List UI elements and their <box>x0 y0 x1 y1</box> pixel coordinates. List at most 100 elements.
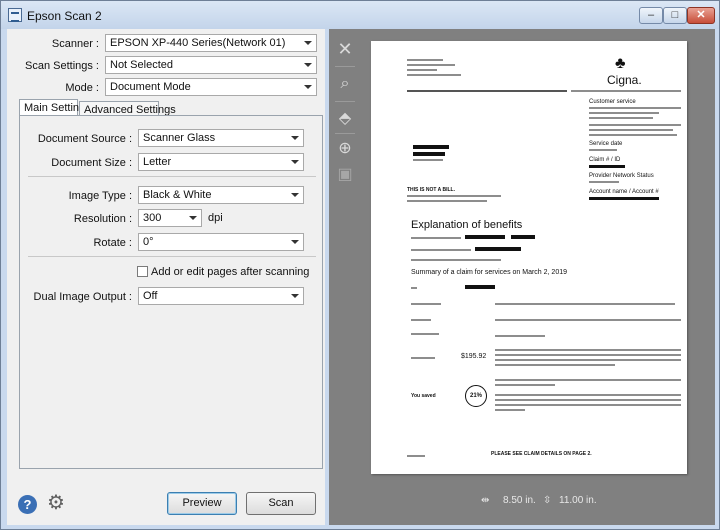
preview-button[interactable]: Preview <box>167 492 237 515</box>
preview-document: ♣ Cigna. Customer service Service date C… <box>371 41 687 474</box>
toolbar-divider <box>335 133 355 134</box>
resolution-label: Resolution : <box>73 213 132 225</box>
fine-print <box>495 303 675 305</box>
scan-settings-label: Scan Settings : <box>25 60 99 72</box>
toolbar-divider <box>335 66 355 67</box>
fine-print <box>407 455 425 457</box>
scan-button[interactable]: Scan <box>246 492 316 515</box>
redaction <box>475 247 521 251</box>
fine-print <box>407 74 461 76</box>
rotate-value: 0° <box>143 236 154 248</box>
window-title: Epson Scan 2 <box>27 9 102 23</box>
divider <box>28 256 316 257</box>
savings-percent: 21% <box>465 385 487 407</box>
document-source-label: Document Source : <box>37 133 132 145</box>
fine-print <box>495 404 681 406</box>
fine-print <box>411 249 471 251</box>
fine-print <box>407 69 437 71</box>
mode-value: Document Mode <box>110 81 191 93</box>
resolution-value: 300 <box>143 212 162 224</box>
redaction <box>589 197 659 200</box>
mode-select[interactable]: Document Mode <box>105 78 317 96</box>
document-source-value: Scanner Glass <box>143 132 216 144</box>
close-window-button[interactable]: ✕ <box>687 7 715 24</box>
scan-settings-select[interactable]: Not Selected <box>105 56 317 74</box>
settings-pane: Scanner : EPSON XP-440 Series(Network 01… <box>7 29 325 525</box>
document-size-label: Document Size : <box>51 157 132 169</box>
rotate-label: Rotate : <box>93 237 132 249</box>
title-bar[interactable]: Epson Scan 2 – □ ✕ <box>1 1 719 29</box>
redaction <box>465 285 495 289</box>
resolution-row: Resolution : <box>20 210 132 228</box>
chevron-down-icon <box>189 216 197 220</box>
redaction <box>413 145 449 149</box>
chevron-down-icon <box>304 41 312 45</box>
chevron-down-icon <box>304 85 312 89</box>
claim-summary: Summary of a claim for services on March… <box>411 269 568 276</box>
fine-print <box>407 59 443 61</box>
not-a-bill: THIS IS NOT A BILL. <box>407 187 455 193</box>
mode-label: Mode : <box>65 82 99 94</box>
fine-print <box>495 359 681 361</box>
account-name-heading: Account name / Account # <box>589 189 659 195</box>
fine-print <box>589 124 681 126</box>
claim-details-footer: PLEASE SEE CLAIM DETAILS ON PAGE 2. <box>491 451 592 457</box>
chevron-down-icon <box>291 193 299 197</box>
add-page-icon[interactable]: ⊕ <box>335 139 355 159</box>
mode-row: Mode : <box>7 79 99 97</box>
gear-icon[interactable]: ⚙ <box>47 493 65 513</box>
fine-print <box>495 364 615 366</box>
scan-settings-row: Scan Settings : <box>7 57 99 75</box>
redaction <box>511 235 535 239</box>
image-type-label: Image Type : <box>68 190 132 202</box>
scanner-row: Scanner : <box>7 35 99 53</box>
maximize-button[interactable]: □ <box>663 7 687 24</box>
you-saved-label: You saved <box>411 393 436 399</box>
resolution-unit: dpi <box>208 212 223 224</box>
scanner-value: EPSON XP-440 Series(Network 01) <box>110 37 286 49</box>
minimize-button[interactable]: – <box>639 7 663 24</box>
provider-status-heading: Provider Network Status <box>589 173 654 179</box>
document-size-select[interactable]: Letter <box>138 153 304 171</box>
divider <box>28 176 316 177</box>
close-icon[interactable]: ✕ <box>335 39 355 59</box>
rotate-select[interactable]: 0° <box>138 233 304 251</box>
height-icon: ⇳ <box>543 495 552 506</box>
pages-icon[interactable]: ▣ <box>335 165 355 185</box>
scanner-select[interactable]: EPSON XP-440 Series(Network 01) <box>105 34 317 52</box>
magnifier-icon[interactable]: ⌕ <box>335 74 355 94</box>
fine-print <box>407 200 487 202</box>
fine-print <box>589 149 617 151</box>
fine-print <box>495 409 525 411</box>
eob-title: Explanation of benefits <box>411 219 523 231</box>
document-source-row: Document Source : <box>20 130 132 148</box>
chevron-down-icon <box>291 240 299 244</box>
tag-icon[interactable]: ⬘ <box>335 109 355 129</box>
claim-id-heading: Claim # / ID <box>589 157 621 163</box>
document-size-value: Letter <box>143 156 172 168</box>
fine-print <box>407 64 455 66</box>
customer-service-heading: Customer service <box>589 99 636 105</box>
fine-print <box>589 129 673 131</box>
preview-pane: ✕ ⌕ ⬘ ⊕ ▣ ♣ Cigna. Customer service Serv… <box>329 29 715 525</box>
chevron-down-icon <box>304 63 312 67</box>
chevron-down-icon <box>291 136 299 140</box>
scan-settings-value: Not Selected <box>110 59 173 71</box>
chevron-down-icon <box>291 294 299 298</box>
add-pages-label[interactable]: Add or edit pages after scanning <box>151 266 309 278</box>
document-source-select[interactable]: Scanner Glass <box>138 129 304 147</box>
resolution-select[interactable]: 300 <box>138 209 202 227</box>
add-pages-checkbox[interactable] <box>137 266 148 277</box>
claim-amount: $195.92 <box>461 353 487 360</box>
fine-print <box>495 319 681 321</box>
fine-print <box>411 333 439 335</box>
dual-image-select[interactable]: Off <box>138 287 304 305</box>
image-type-select[interactable]: Black & White <box>138 186 304 204</box>
chevron-down-icon <box>291 160 299 164</box>
width-icon: ⇹ <box>481 495 490 506</box>
fine-print <box>589 112 659 114</box>
fine-print <box>407 90 567 92</box>
service-date-heading: Service date <box>589 141 623 147</box>
help-icon[interactable]: ? <box>18 495 37 514</box>
fine-print <box>411 259 501 261</box>
